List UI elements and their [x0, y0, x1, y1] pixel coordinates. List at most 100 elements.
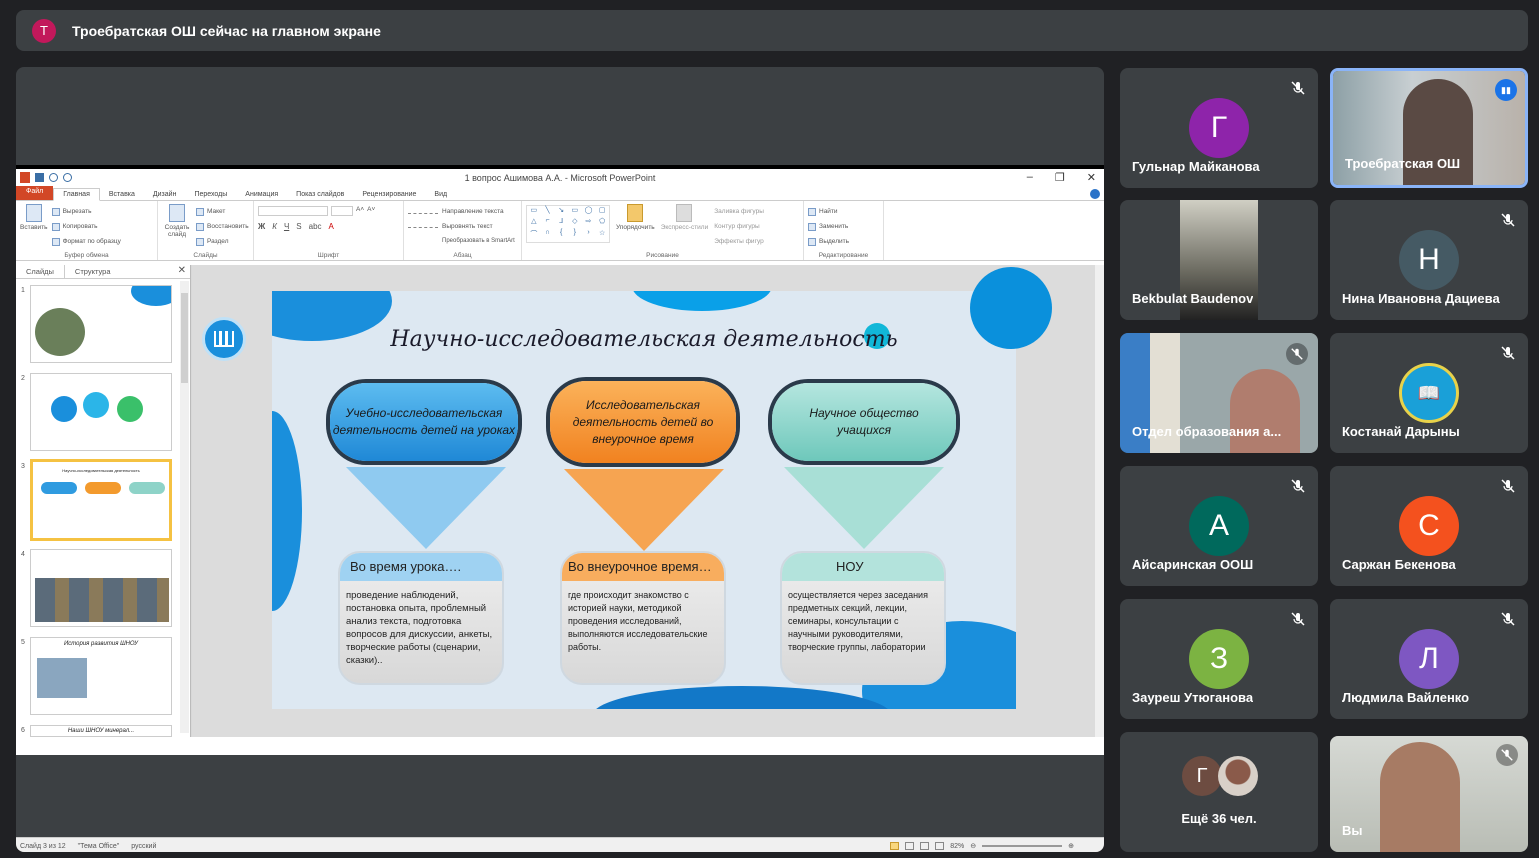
slide-thumb-6[interactable]: Наши ШНОУ минерал... [30, 725, 172, 737]
slide-thumb-3-selected[interactable]: Научно-исследовательская деятельность [30, 459, 172, 541]
tab-transitions[interactable]: Переходы [185, 189, 236, 200]
font-family-select[interactable] [258, 206, 328, 216]
elbow-shape-icon[interactable]: ⅃ [554, 217, 568, 228]
minimize-icon[interactable]: – [1027, 171, 1033, 184]
zoom-slider[interactable] [982, 845, 1063, 847]
arrow-shape-icon[interactable]: ↘ [554, 206, 568, 217]
participant-tile[interactable]: Отдел образования а... [1120, 333, 1318, 453]
tab-file[interactable]: Файл [16, 186, 54, 200]
slide-thumb-4[interactable] [30, 549, 172, 627]
zoom-in-icon[interactable]: ⊕ [1068, 842, 1074, 850]
format-painter-button[interactable]: Формат по образцу [51, 234, 121, 249]
participant-tile[interactable]: Н Нина Ивановна Дациева [1330, 200, 1528, 320]
participant-tile[interactable]: Л Людмила Вайленко [1330, 599, 1528, 719]
font-size-select[interactable] [331, 206, 353, 216]
participant-tile[interactable]: Г Гульнар Майканова [1120, 68, 1318, 188]
smartart-button[interactable]: Преобразовать в SmartArt [442, 234, 515, 249]
participant-tile[interactable]: 📖 Костанай Дарыны [1330, 333, 1528, 453]
select-button[interactable]: Выделить [808, 234, 879, 249]
tab-animation[interactable]: Анимация [236, 189, 287, 200]
text-direction-button[interactable]: Направление текста [442, 204, 515, 219]
font-format-row: Ж К Ч Sabc A [258, 222, 399, 231]
brace-shape-icon[interactable]: } [568, 229, 582, 242]
shape-fill-button[interactable]: Заливка фигуры [714, 204, 764, 219]
arrow-right-shape-icon[interactable]: ⇨ [582, 217, 596, 228]
layout-button[interactable]: Макет [196, 204, 249, 219]
tab-insert[interactable]: Вставка [100, 189, 144, 200]
participant-tile[interactable]: З Зауреш Утюганова [1120, 599, 1318, 719]
self-tile[interactable]: Вы [1330, 736, 1528, 852]
tab-view[interactable]: Вид [425, 189, 456, 200]
tab-design[interactable]: Дизайн [144, 189, 186, 200]
arrow-orange [564, 469, 724, 551]
tab-slides[interactable]: Слайды [16, 265, 65, 278]
thumb-caption: Научно-исследовательская деятельность [62, 468, 140, 473]
oval-shape-icon[interactable]: ◯ [582, 206, 596, 217]
curve-shape-icon[interactable]: ∩ [541, 229, 555, 242]
restore-icon[interactable]: ❐ [1055, 171, 1065, 184]
help-icon[interactable] [1090, 189, 1100, 199]
zoom-level[interactable]: 82% [950, 843, 964, 850]
reading-view-icon[interactable] [920, 842, 930, 850]
zoom-out-icon[interactable]: ⊖ [970, 842, 976, 850]
tab-outline[interactable]: Структура [65, 265, 121, 278]
strike-icon[interactable]: abc [309, 222, 322, 231]
star-shape-icon[interactable]: ☆ [595, 229, 609, 242]
roundrect-shape-icon[interactable]: ▢ [595, 206, 609, 217]
participant-tile[interactable]: С Саржан Бекенова [1330, 466, 1528, 586]
editor-scrollbar[interactable] [1095, 265, 1104, 737]
arc-shape-icon[interactable]: ⌒ [527, 229, 541, 242]
thumbs-scrollbar[interactable] [180, 281, 189, 733]
font-color-icon[interactable]: A [329, 222, 334, 231]
underline-icon[interactable]: Ч [284, 222, 289, 231]
participant-tile[interactable]: А Айсаринская ООШ [1120, 466, 1318, 586]
shrink-font-icon[interactable]: A˅ [367, 206, 375, 216]
rect-shape-icon[interactable]: ▭ [568, 206, 582, 217]
participant-tile-speaking[interactable]: ▮▮ Троебратская ОШ [1330, 68, 1528, 188]
cut-button[interactable]: Вырезать [51, 204, 121, 219]
slide-thumb-2[interactable] [30, 373, 172, 451]
connector-shape-icon[interactable]: ⌐ [541, 217, 555, 228]
bullets-icon[interactable] [408, 206, 438, 214]
shape-outline-button[interactable]: Контур фигуры [714, 219, 764, 234]
line-shape-icon[interactable]: ╲ [541, 206, 555, 217]
close-pane-icon[interactable]: ✕ [178, 265, 186, 276]
new-slide-icon [169, 204, 185, 222]
sorter-view-icon[interactable] [905, 842, 915, 850]
new-slide-button[interactable]: Создать слайд [162, 204, 192, 257]
align-text-button[interactable]: Выровнять текст [442, 219, 515, 234]
slide-thumb-5[interactable]: История развития ШНОУ [30, 637, 172, 715]
close-icon[interactable]: ✕ [1087, 171, 1096, 184]
shapes-gallery[interactable]: ▭ ╲ ↘ ▭ ◯ ▢ △ ⌐ ⅃ ◇ ⇨ ⬠ ⌒ ∩{} › ☆ [526, 205, 610, 243]
replace-button[interactable]: Заменить [808, 219, 879, 234]
pentagon-shape-icon[interactable]: ⬠ [595, 217, 609, 228]
paste-button[interactable]: Вставить [20, 204, 48, 257]
textbox-shape-icon[interactable]: ▭ [527, 206, 541, 217]
bold-icon[interactable]: Ж [258, 222, 265, 231]
reset-button[interactable]: Восстановить [196, 219, 249, 234]
more-participants-tile[interactable]: Г Ещё 36 чел. [1120, 732, 1318, 852]
participant-tile[interactable]: Bekbulat Baudenov [1120, 200, 1318, 320]
tab-slideshow[interactable]: Показ слайдов [287, 189, 353, 200]
bracket-shape-icon[interactable]: { [554, 229, 568, 242]
shape-effects-button[interactable]: Эффекты фигур [714, 234, 764, 249]
triangle-shape-icon[interactable]: △ [527, 217, 541, 228]
slideshow-view-icon[interactable] [935, 842, 945, 850]
arrange-button[interactable]: Упорядочить [616, 204, 655, 257]
chevron-shape-icon[interactable]: › [582, 229, 596, 242]
quick-styles-button[interactable]: Экспресс-стили [661, 204, 708, 257]
diamond-shape-icon[interactable]: ◇ [568, 217, 582, 228]
grow-font-icon[interactable]: A˄ [356, 206, 364, 216]
section-button[interactable]: Раздел [196, 234, 249, 249]
align-icons[interactable] [408, 220, 438, 228]
slide-thumb-1[interactable] [30, 285, 172, 363]
copy-button[interactable]: Копировать [51, 219, 121, 234]
tab-home[interactable]: Главная [53, 188, 100, 201]
shadow-icon[interactable]: S [296, 222, 301, 231]
find-button[interactable]: Найти [808, 204, 879, 219]
participant-video-person [1403, 79, 1473, 185]
italic-icon[interactable]: К [272, 222, 277, 231]
normal-view-icon[interactable] [890, 842, 900, 850]
tab-review[interactable]: Рецензирование [353, 189, 425, 200]
scroll-thumb[interactable] [181, 293, 188, 383]
